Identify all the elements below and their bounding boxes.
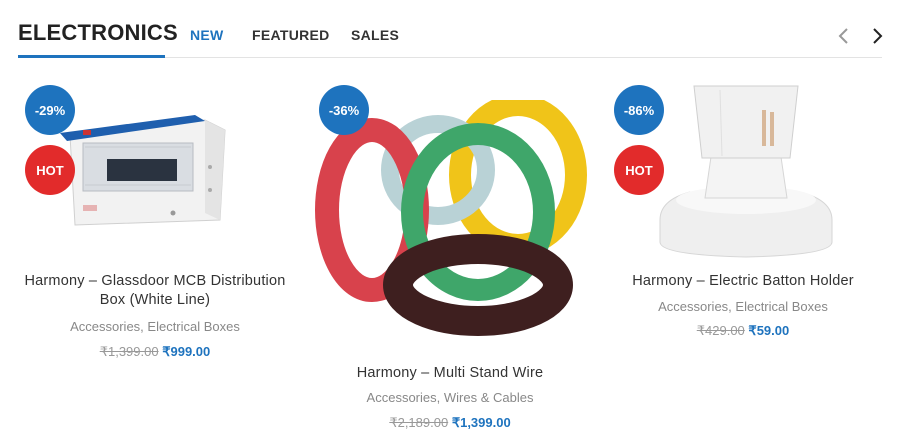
tab-featured[interactable]: FEATURED <box>252 27 330 43</box>
product-name[interactable]: Harmony – Glassdoor MCB Distribution Box… <box>10 272 300 310</box>
discount-badge: -86% <box>614 85 664 135</box>
category-link[interactable]: Accessories <box>367 390 437 405</box>
hot-badge: HOT <box>614 145 664 195</box>
hot-badge: HOT <box>25 145 75 195</box>
tab-new[interactable]: NEW <box>190 27 224 43</box>
section-header: ELECTRONICS NEW FEATURED SALES <box>18 0 883 58</box>
product-image[interactable] <box>55 105 235 240</box>
product-price: ₹1,399.00 ₹999.00 <box>10 344 300 360</box>
category-link[interactable]: Electrical Boxes <box>735 299 827 314</box>
tab-sales[interactable]: SALES <box>351 27 399 43</box>
discount-badge: -29% <box>25 85 75 135</box>
old-price: ₹429.00 <box>696 323 745 338</box>
product-price: ₹429.00 ₹59.00 <box>598 323 888 339</box>
chevron-left-icon[interactable] <box>834 26 854 46</box>
discount-badge: -36% <box>319 85 369 135</box>
product-name[interactable]: Harmony – Multi Stand Wire <box>305 364 595 383</box>
title-underline <box>18 55 165 58</box>
category-link[interactable]: Electrical Boxes <box>147 319 239 334</box>
category-link[interactable]: Accessories <box>70 319 140 334</box>
product-name[interactable]: Harmony – Electric Batton Holder <box>598 272 888 291</box>
old-price: ₹1,399.00 <box>99 344 159 359</box>
category-link[interactable]: Accessories <box>658 299 728 314</box>
product-price: ₹2,189.00 ₹1,399.00 <box>305 415 595 431</box>
product-image[interactable] <box>650 80 840 265</box>
old-price: ₹2,189.00 <box>389 415 449 430</box>
section-title: ELECTRONICS <box>18 20 178 45</box>
category-link[interactable]: Wires & Cables <box>444 390 534 405</box>
product-categories: Accessories, Electrical Boxes <box>658 299 828 314</box>
sale-price: ₹59.00 <box>748 323 790 338</box>
chevron-right-icon[interactable] <box>867 26 887 46</box>
product-categories: Accessories, Wires & Cables <box>366 390 534 405</box>
sale-price: ₹1,399.00 <box>451 415 511 430</box>
product-image[interactable] <box>310 94 590 345</box>
sale-price: ₹999.00 <box>162 344 211 359</box>
product-categories: Accessories, Electrical Boxes <box>70 319 240 334</box>
